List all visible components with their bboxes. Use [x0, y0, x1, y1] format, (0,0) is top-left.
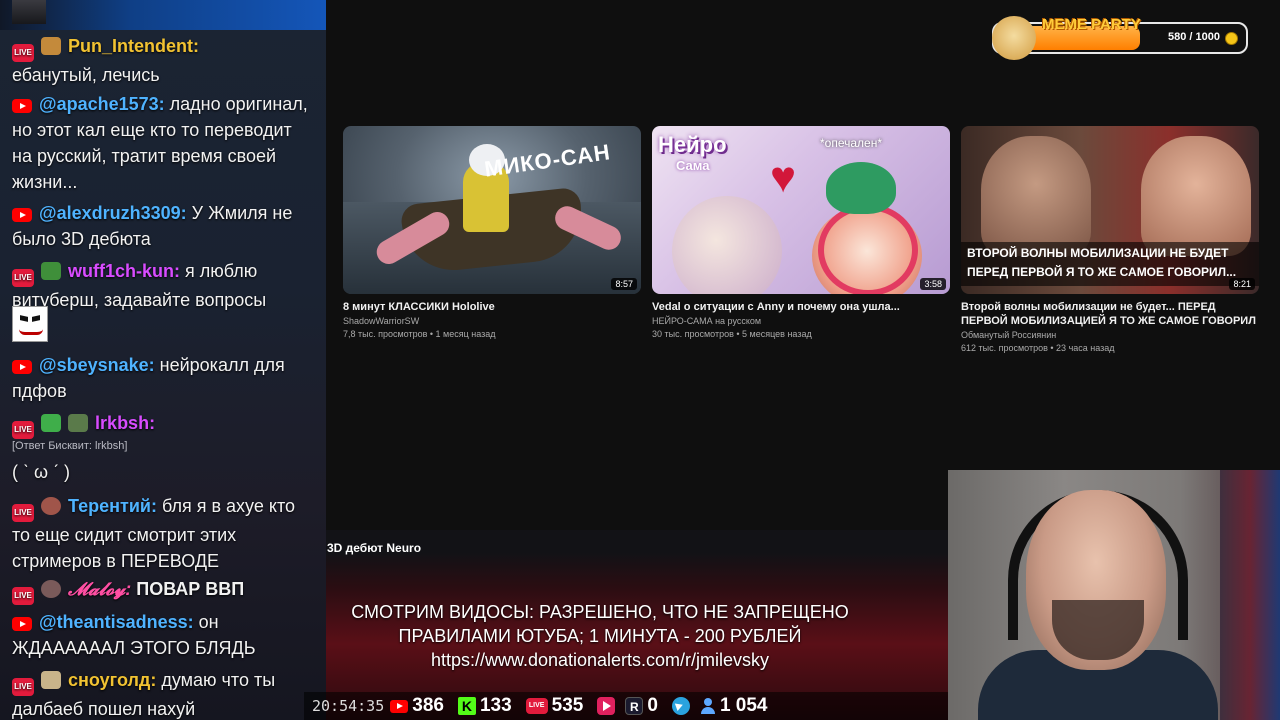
meme-party-label: MEME PARTY [1042, 16, 1141, 33]
thumbnail-text: *опечален* [820, 136, 883, 150]
chat-message: LIVE сноуголд: думаю что ты далбаеб поше… [12, 667, 312, 720]
live-badge-icon: LIVE [12, 678, 34, 696]
vk-video-icon [597, 697, 616, 715]
subscriber-badge-icon [41, 497, 62, 515]
live-badge-icon: LIVE [12, 504, 34, 522]
video-meta: 612 тыс. просмотров • 23 часа назад [961, 343, 1115, 353]
video-title[interactable]: 8 минут КЛАССИКИ Hololive [343, 300, 641, 314]
youtube-viewers: 386 [412, 695, 444, 716]
youtube-icon [390, 699, 409, 713]
kick-viewers: 133 [479, 695, 512, 716]
chat-nick[interactable]: Терентий: [68, 496, 157, 516]
total-viewers: 1 054 [719, 695, 768, 716]
chat-message: @alexdruzh3309: У Жмиля не было 3D дебют… [12, 200, 312, 252]
viewers-icon [700, 697, 716, 715]
chat-nick[interactable]: Pun_Intendent [68, 36, 193, 56]
youtube-badge-icon [12, 617, 32, 631]
webcam-feed [948, 470, 1280, 720]
subscriber-badge-icon [41, 262, 62, 280]
thumbnail-text: МИКО-САН [482, 139, 613, 182]
chat-nick[interactable]: @theantisadness: [39, 612, 194, 632]
donation-line: ПРАВИЛАМИ ЮТУБА; 1 МИНУТА - 200 РУБЛЕЙ [398, 626, 802, 646]
youtube-badge-icon [12, 360, 32, 374]
youtube-badge-icon [12, 99, 32, 113]
video-card[interactable]: ВТОРОЙ ВОЛНЫ МОБИЛИЗАЦИИ НЕ БУДЕТ ПЕРЕД … [961, 126, 1259, 353]
stream-stats-bar: 20:54:35 386 K 133 LIVE 535 R0 1 054 [304, 692, 948, 720]
chat-message: LIVE lrkbsh: [12, 410, 312, 439]
video-thumbnail[interactable]: МИКО-САН 8:57 [343, 126, 641, 294]
live-badge-icon: LIVE [12, 421, 34, 439]
coin-icon [1225, 32, 1238, 45]
live-badge-icon: LIVE [12, 44, 34, 62]
video-duration: 8:57 [611, 278, 637, 290]
youtube-embed: МИКО-САН 8:57 8 минут КЛАССИКИ Hololive … [326, 0, 1280, 530]
chat-nick[interactable]: сноуголд: [68, 670, 156, 690]
chat-message: @sbeysnake: нейрокалл для пдфов [12, 352, 312, 404]
kick-icon: K [457, 697, 476, 715]
chat-message: @apache1573: ладно оригинал, но этот кал… [12, 91, 312, 195]
chat-text: ( ˋ ω ˊ ) [12, 462, 71, 482]
chat-panel: LIVE Pun_Intendent: ебанутый, лечись @ap… [0, 0, 326, 720]
chat-message: LIVE Терентий: бля я в ахуе кто то еще с… [12, 493, 312, 574]
subscriber-badge-icon [41, 414, 62, 432]
donation-info: СМОТРИМ ВИДОСЫ: РАЗРЕШЕНО, ЧТО НЕ ЗАПРЕЩ… [300, 600, 900, 672]
video-duration: 8:21 [1229, 278, 1255, 290]
chat-nick[interactable]: lrkbsh: [95, 413, 155, 433]
rutube-viewers: 0 [647, 695, 658, 716]
chat-text: ПОВАР ВВП [136, 579, 245, 599]
chat-nick[interactable]: @alexdruzh3309: [39, 203, 187, 223]
chat-message: LIVE wuff1ch-kun: я люблю витуберш, зада… [12, 258, 312, 313]
video-thumbnail[interactable]: Нейро Сама ♥ *опечален* 3:58 [652, 126, 950, 294]
clock: 20:54:35 [312, 697, 385, 715]
chat-nick[interactable]: wuff1ch-kun: [68, 261, 180, 281]
chat-header-strip [0, 0, 326, 30]
thumbnail-logo: Нейро [658, 132, 727, 157]
video-channel[interactable]: ShadowWarriorSW [343, 316, 641, 326]
reply-context: [Ответ Бисквит: lrkbsh] [12, 440, 128, 452]
video-meta: 7,8 тыс. просмотров • 1 месяц назад [343, 329, 496, 339]
video-card[interactable]: Нейро Сама ♥ *опечален* 3:58 Vedal о сит… [652, 126, 950, 339]
avatar [12, 0, 46, 24]
video-thumbnail[interactable]: ВТОРОЙ ВОЛНЫ МОБИЛИЗАЦИИ НЕ БУДЕТ ПЕРЕД … [961, 126, 1259, 294]
chat-nick[interactable]: 𝓜𝓪𝓵𝓸𝔂: [68, 579, 131, 599]
video-channel[interactable]: НЕЙРО-САМА на русском [652, 316, 950, 326]
chat-nick[interactable]: @sbeysnake: [39, 355, 155, 375]
chat-nick[interactable]: @apache1573: [39, 94, 165, 114]
chat-text: ебанутый, лечись [12, 65, 160, 85]
chat-message: LIVE 𝓜𝓪𝓵𝓸𝔂: ПОВАР ВВП [12, 576, 312, 605]
live-badge-icon: LIVE [12, 269, 34, 287]
rutube-icon: R [625, 697, 644, 715]
live-badge-icon: LIVE [12, 587, 34, 605]
chat-message: @theantisadness: он ЖДААААААЛ ЭТОГО БЛЯД… [12, 609, 312, 661]
joker-emote-icon [12, 306, 48, 342]
video-title[interactable]: Второй волны мобилизации не будет... ПЕР… [961, 300, 1259, 328]
thumbnail-caption: ВТОРОЙ ВОЛНЫ МОБИЛИЗАЦИИ НЕ БУДЕТ ПЕРЕД … [961, 242, 1259, 286]
vk-viewers: 535 [551, 695, 584, 716]
meme-party-count: 580 / 1000 [1168, 31, 1220, 43]
subscriber-badge-icon [41, 671, 62, 689]
video-duration: 3:58 [920, 278, 946, 290]
subscriber-badge-icon [41, 37, 62, 55]
broken-heart-icon: ♥ [770, 153, 797, 202]
doge-icon [992, 16, 1036, 60]
current-video-title: 3D дебют Neuro [327, 541, 422, 555]
chat-message: LIVE Pun_Intendent: ебанутый, лечись [12, 36, 200, 85]
video-meta: 30 тыс. просмотров • 5 месяцев назад [652, 329, 812, 339]
video-title[interactable]: Vedal о ситуации с Anny и почему она ушл… [652, 300, 950, 314]
meme-party-widget: MEME PARTY 580 / 1000 [992, 16, 1248, 60]
donation-link[interactable]: https://www.donationalerts.com/r/jmilevs… [300, 648, 900, 672]
thumbnail-logo-sub: Сама [676, 158, 710, 173]
vk-live-icon: LIVE [525, 698, 548, 714]
video-card[interactable]: МИКО-САН 8:57 8 минут КЛАССИКИ Hololive … [343, 126, 641, 339]
subscriber-badge-icon [41, 580, 62, 598]
subscriber-badge-icon [68, 414, 89, 432]
video-channel[interactable]: Обманутый Россиянин [961, 330, 1259, 340]
telegram-icon [671, 697, 690, 715]
donation-line: СМОТРИМ ВИДОСЫ: РАЗРЕШЕНО, ЧТО НЕ ЗАПРЕЩ… [351, 602, 849, 622]
youtube-badge-icon [12, 208, 32, 222]
